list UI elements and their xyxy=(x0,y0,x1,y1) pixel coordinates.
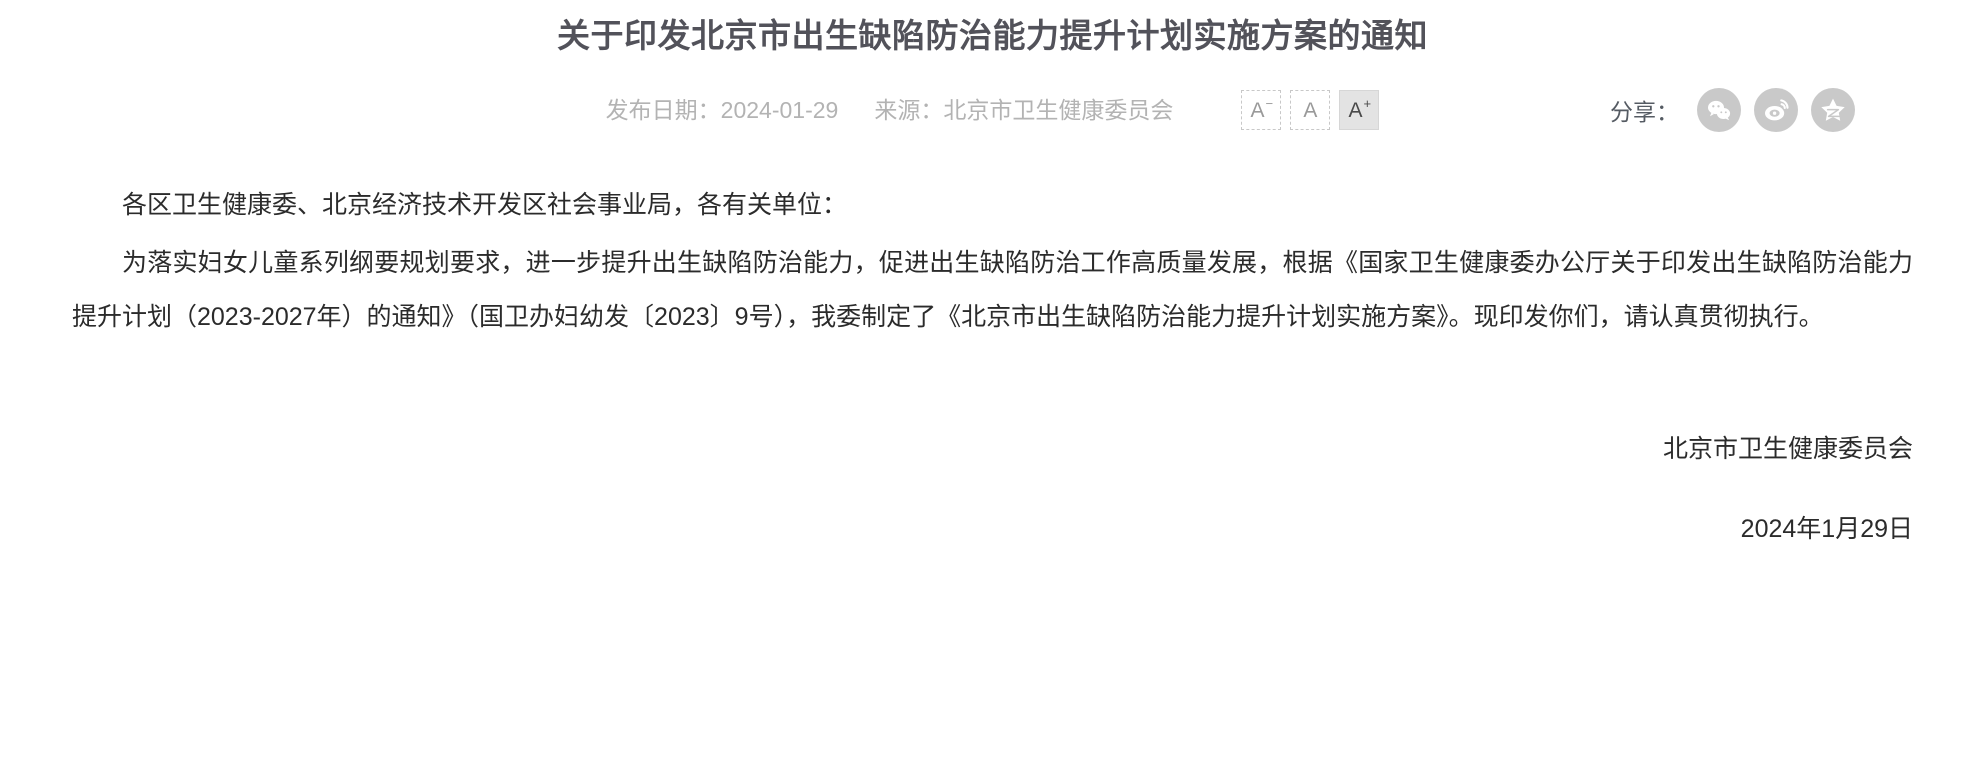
font-letter-glyph: A xyxy=(1348,98,1363,122)
article-content: 各区卫生健康委、北京经济技术开发区社会事业局，各有关单位： 为落实妇女儿童系列纲… xyxy=(0,138,1985,344)
share-group: 分享： xyxy=(1610,88,1855,132)
publish-date: 发布日期：2024-01-29 xyxy=(605,97,839,123)
font-size-controls: A − A A + xyxy=(1241,90,1380,130)
share-label: 分享： xyxy=(1610,99,1679,125)
signature-date: 2024年1月29日 xyxy=(1740,515,1913,543)
minus-sign-icon: − xyxy=(1265,95,1274,111)
font-size-increase-button[interactable]: A + xyxy=(1339,90,1380,130)
font-letter-glyph: A xyxy=(1303,98,1318,122)
page-title: 关于印发北京市出生缺陷防治能力提升计划实施方案的通知 xyxy=(557,17,1428,54)
font-letter-glyph: A xyxy=(1250,98,1265,122)
article-source: 来源：北京市卫生健康委员会 xyxy=(874,97,1174,123)
article-page: 关于印发北京市出生缺陷防治能力提升计划实施方案的通知 发布日期：2024-01-… xyxy=(0,0,1985,767)
font-size-normal-button[interactable]: A xyxy=(1290,90,1331,130)
font-size-decrease-button[interactable]: A − xyxy=(1241,90,1282,130)
signature-block: 北京市卫生健康委员会 2024年1月29日 xyxy=(0,422,1985,556)
article-meta-bar: 发布日期：2024-01-29 来源：北京市卫生健康委员会 A − A A + 分享… xyxy=(0,82,1985,138)
signature-issuer: 北京市卫生健康委员会 xyxy=(1662,435,1913,463)
notice-body-paragraph: 为落实妇女儿童系列纲要规划要求，进一步提升出生缺陷防治能力，促进出生缺陷防治工作… xyxy=(72,249,1913,331)
wechat-share-icon[interactable] xyxy=(1697,88,1741,132)
meta-center-group: 发布日期：2024-01-29 来源：北京市卫生健康委员会 A − A A + xyxy=(606,90,1380,130)
plus-sign-icon: + xyxy=(1363,95,1372,111)
weibo-share-icon[interactable] xyxy=(1754,88,1798,132)
salutation-paragraph: 各区卫生健康委、北京经济技术开发区社会事业局，各有关单位： xyxy=(122,191,848,219)
qzone-share-icon[interactable] xyxy=(1811,88,1855,132)
